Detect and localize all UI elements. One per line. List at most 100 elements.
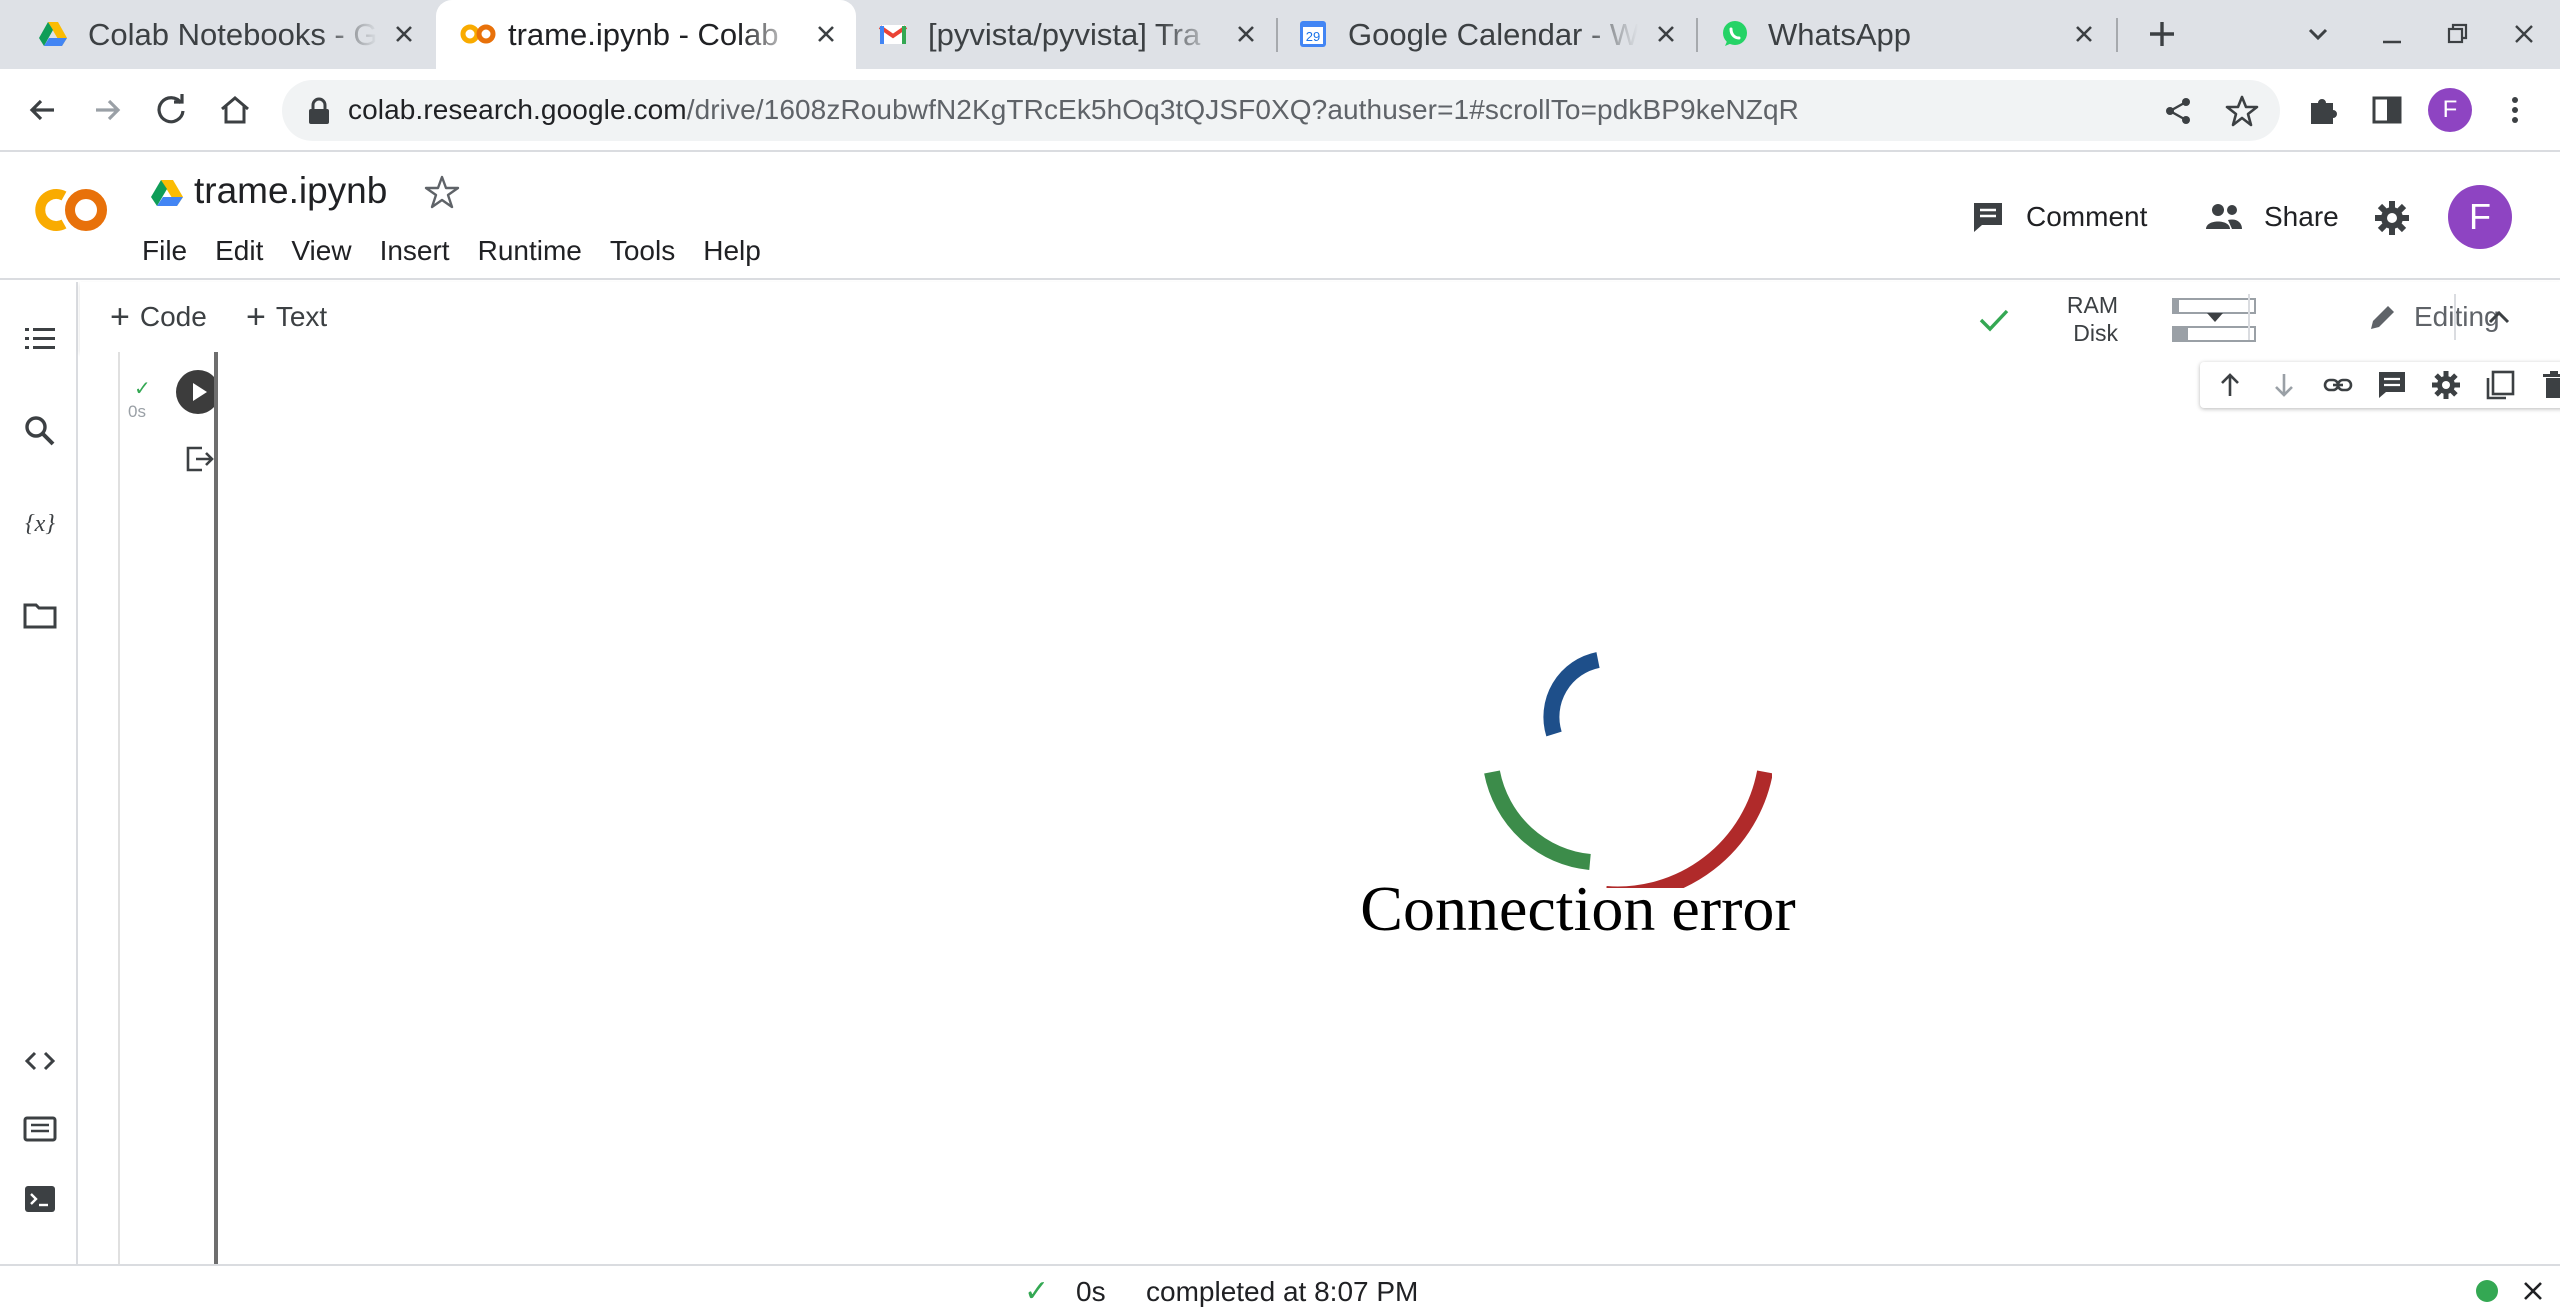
variables-icon[interactable]: {x} — [21, 504, 59, 542]
svg-text:{x}: {x} — [25, 511, 55, 537]
google-drive-icon[interactable] — [150, 178, 184, 208]
cell-settings-gear-icon[interactable] — [2430, 369, 2462, 401]
google-drive-icon — [38, 19, 68, 49]
browser-profile-avatar[interactable]: F — [2428, 88, 2472, 132]
close-status-icon[interactable] — [2520, 1278, 2546, 1304]
delete-cell-icon[interactable] — [2538, 369, 2560, 401]
collapse-header-chevron-icon[interactable] — [2480, 298, 2518, 336]
colab-logo[interactable] — [28, 182, 112, 238]
link-cell-icon[interactable] — [2322, 369, 2354, 401]
share-label: Share — [2264, 201, 2339, 232]
notebook-toolbar: + Code + Text RAM Disk Editing — [80, 282, 2560, 352]
connection-error-message: Connection error — [1360, 873, 1796, 944]
status-message: completed at 8:07 PM — [1146, 1276, 1419, 1307]
people-icon — [2206, 204, 2242, 229]
cell-action-toolbar — [2200, 362, 2560, 408]
close-tab-icon[interactable] — [1652, 20, 1680, 48]
pencil-icon — [2371, 306, 2394, 329]
close-tab-icon[interactable] — [812, 20, 840, 48]
close-tab-icon[interactable] — [390, 20, 418, 48]
menu-help[interactable]: Help — [689, 230, 775, 272]
svg-text:29: 29 — [1306, 29, 1320, 44]
comment-button[interactable]: Comment — [1970, 192, 2147, 242]
tab-pyvista[interactable]: [pyvista/pyvista] Tra — [856, 0, 1276, 69]
star-notebook-icon[interactable] — [422, 172, 462, 212]
menu-view[interactable]: View — [277, 230, 365, 272]
runtime-status-dot[interactable] — [2476, 1280, 2498, 1302]
address-bar[interactable]: colab.research.google.com/drive/1608zRou… — [282, 80, 2280, 141]
account-avatar[interactable]: F — [2448, 185, 2512, 249]
status-bar: ✓ 0s completed at 8:07 PM — [0, 1264, 2560, 1312]
code-cell[interactable]: ✓ 0s Connection error — [118, 352, 2560, 1264]
terminal-icon[interactable] — [21, 1180, 59, 1218]
loading-spinner — [1484, 652, 1772, 888]
side-panel-icon[interactable] — [2366, 89, 2408, 131]
menu-runtime[interactable]: Runtime — [464, 230, 596, 272]
browser-menu-icon[interactable] — [2494, 89, 2536, 131]
status-exec-time: 0s — [1076, 1276, 1106, 1307]
menu-bar: File Edit View Insert Runtime Tools Help — [142, 230, 775, 272]
table-of-contents-icon[interactable] — [21, 320, 59, 358]
plus-icon: + — [110, 298, 130, 336]
add-text-cell-button[interactable]: + Text — [246, 296, 327, 338]
gmail-icon — [878, 19, 908, 49]
close-tab-icon[interactable] — [1232, 20, 1260, 48]
tab-title: [pyvista/pyvista] Tra — [928, 17, 1201, 52]
close-window-icon[interactable] — [2504, 14, 2544, 54]
mirror-cell-icon[interactable] — [2484, 369, 2516, 401]
move-cell-down-icon[interactable] — [2268, 369, 2300, 401]
add-comment-icon[interactable] — [2376, 369, 2408, 401]
command-palette-icon[interactable] — [21, 1110, 59, 1148]
tab-whatsapp[interactable]: WhatsApp — [1698, 0, 2116, 69]
cell-output: Connection error — [218, 352, 2506, 1264]
tab-trame-ipynb[interactable]: trame.ipynb - Colab — [436, 0, 856, 69]
menu-insert[interactable]: Insert — [366, 230, 464, 272]
output-actions-icon[interactable] — [182, 442, 216, 476]
add-code-cell-button[interactable]: + Code — [110, 296, 207, 338]
spinner-arc-green — [1484, 770, 1591, 870]
add-code-label: Code — [139, 301, 207, 332]
move-cell-up-icon[interactable] — [2214, 369, 2246, 401]
menu-tools[interactable]: Tools — [596, 230, 689, 272]
url-text: colab.research.google.com/drive/1608zRou… — [348, 94, 1800, 125]
spinner-arc-red — [1606, 770, 1772, 888]
browser-tab-strip: Colab Notebooks - G trame.ipynb - Colab … — [0, 0, 2560, 69]
lock-icon[interactable] — [306, 96, 332, 126]
minimize-icon[interactable] — [2372, 14, 2412, 54]
code-snippets-icon[interactable] — [21, 1042, 59, 1080]
back-arrow-icon[interactable] — [22, 89, 64, 131]
forward-arrow-icon[interactable] — [86, 89, 128, 131]
new-tab-icon[interactable] — [2142, 14, 2182, 54]
restore-icon[interactable] — [2438, 14, 2478, 54]
share-button[interactable]: Share — [2204, 192, 2339, 242]
menu-file[interactable]: File — [142, 230, 201, 272]
notebook-area: ✓ 0s Connection error — [80, 352, 2560, 1264]
close-tab-icon[interactable] — [2070, 20, 2098, 48]
notebook-title[interactable]: trame.ipynb — [194, 170, 387, 212]
menu-edit[interactable]: Edit — [201, 230, 277, 272]
folder-icon[interactable] — [21, 596, 59, 634]
execution-success-check-icon: ✓ — [134, 378, 151, 400]
search-icon[interactable] — [21, 412, 59, 450]
share-page-icon[interactable] — [2160, 93, 2196, 129]
colab-icon — [460, 19, 496, 49]
connected-check-icon — [1976, 302, 2012, 338]
toolbar-divider — [2454, 294, 2456, 340]
plus-icon: + — [246, 298, 266, 336]
tab-google-calendar[interactable]: 29 Google Calendar - W — [1278, 0, 1696, 69]
resource-monitor[interactable]: RAM Disk — [2058, 290, 2288, 346]
settings-gear-icon[interactable] — [2372, 198, 2412, 238]
tab-title: trame.ipynb - Colab — [508, 17, 779, 52]
bookmark-star-icon[interactable] — [2224, 93, 2260, 129]
comment-icon — [1974, 203, 2002, 232]
home-icon[interactable] — [214, 89, 256, 131]
tab-colab-notebooks[interactable]: Colab Notebooks - G — [0, 0, 436, 69]
cell-gutter: ✓ 0s — [120, 352, 220, 1264]
browser-toolbar: colab.research.google.com/drive/1608zRou… — [0, 69, 2560, 152]
status-check-icon: ✓ — [1024, 1275, 1050, 1308]
extensions-puzzle-icon[interactable] — [2302, 89, 2344, 131]
reload-icon[interactable] — [150, 89, 192, 131]
connect-dropdown-icon[interactable] — [2200, 302, 2230, 332]
add-text-label: Text — [275, 301, 328, 332]
tab-search-chevron-icon[interactable] — [2298, 14, 2338, 54]
